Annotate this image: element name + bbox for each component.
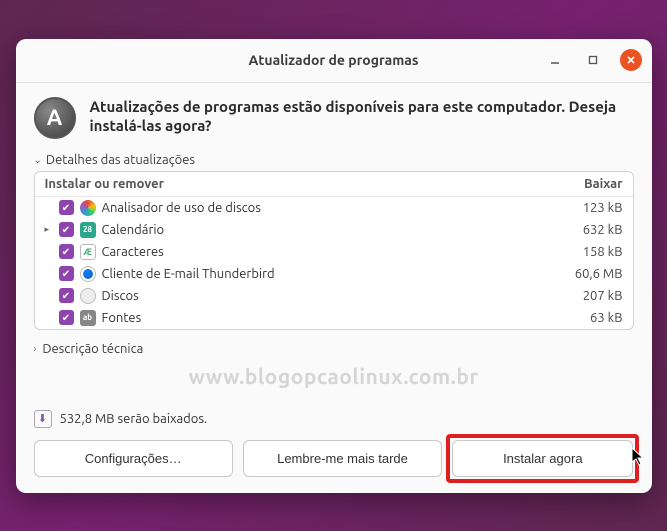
download-icon: ⬇ [34,410,52,428]
thunderbird-icon [80,266,96,282]
content-area: A Atualizações de programas estão dispon… [16,83,652,493]
header-row: A Atualizações de programas estão dispon… [34,97,634,139]
install-now-button[interactable]: Instalar agora [452,440,633,477]
list-item[interactable]: ✔ Analisador de uso de discos 123 kB [35,197,633,219]
checkbox-checked-icon[interactable]: ✔ [59,288,74,303]
item-size: 63 kB [543,311,623,325]
status-text: 532,8 MB serão baixados. [60,412,208,426]
item-name: Fontes [102,311,543,325]
install-highlight: Instalar agora [446,434,639,483]
chevron-right-icon: › [34,343,37,354]
item-name: Calendário [102,223,543,237]
checkbox-checked-icon[interactable]: ✔ [59,244,74,259]
col-install-header: Instalar ou remover [45,177,543,191]
list-item[interactable]: ✔ Cliente de E-mail Thunderbird 60,6 MB [35,263,633,285]
remind-later-button[interactable]: Lembre-me mais tarde [243,440,442,477]
list-item[interactable]: ▸ ✔ 28 Calendário 632 kB [35,219,633,241]
item-size: 60,6 MB [543,267,623,281]
chevron-down-icon: ⌄ [34,154,42,166]
item-name: Analisador de uso de discos [102,201,543,215]
updates-list: Instalar ou remover Baixar ✔ Analisador … [34,171,634,330]
maximize-icon [588,55,598,65]
characters-icon: Æ [80,244,96,260]
item-size: 158 kB [543,245,623,259]
item-size: 207 kB [543,289,623,303]
download-status: ⬇ 532,8 MB serão baixados. [34,410,634,428]
item-size: 123 kB [543,201,623,215]
checkbox-checked-icon[interactable]: ✔ [59,310,74,325]
updater-window: Atualizador de programas A Atualizações … [16,39,652,493]
list-item[interactable]: ✔ ab Fontes 63 kB [35,307,633,329]
checkbox-checked-icon[interactable]: ✔ [59,200,74,215]
item-name: Caracteres [102,245,543,259]
close-button[interactable] [620,49,642,71]
chevron-right-icon[interactable]: ▸ [45,224,59,235]
header-text: Atualizações de programas estão disponív… [90,97,634,136]
list-item[interactable]: ✔ Æ Caracteres 158 kB [35,241,633,263]
checkbox-checked-icon[interactable]: ✔ [59,222,74,237]
details-toggle[interactable]: ⌄ Detalhes das atualizações [34,153,634,167]
technical-description-toggle[interactable]: › Descrição técnica [34,342,634,356]
fonts-icon: ab [80,310,96,326]
watermark-text: www.blogopcaolinux.com.br [34,364,634,388]
checkbox-checked-icon[interactable]: ✔ [59,266,74,281]
disks-icon [80,288,96,304]
settings-button[interactable]: Configurações… [34,440,233,477]
window-controls [544,49,642,71]
maximize-button[interactable] [582,49,604,71]
updater-app-icon: A [34,97,76,139]
updates-header: Instalar ou remover Baixar [35,172,633,197]
disk-usage-icon [80,200,96,216]
details-toggle-label: Detalhes das atualizações [46,153,195,167]
list-item[interactable]: ✔ Discos 207 kB [35,285,633,307]
close-icon [626,55,636,65]
col-size-header: Baixar [543,177,623,191]
tech-desc-label: Descrição técnica [42,342,143,356]
titlebar: Atualizador de programas [16,39,652,83]
minimize-button[interactable] [544,49,566,71]
item-size: 632 kB [543,223,623,237]
item-name: Cliente de E-mail Thunderbird [102,267,543,281]
button-row: Configurações… Lembre-me mais tarde Inst… [34,440,634,477]
minimize-icon [550,55,560,65]
item-name: Discos [102,289,543,303]
calendar-icon: 28 [80,222,96,238]
